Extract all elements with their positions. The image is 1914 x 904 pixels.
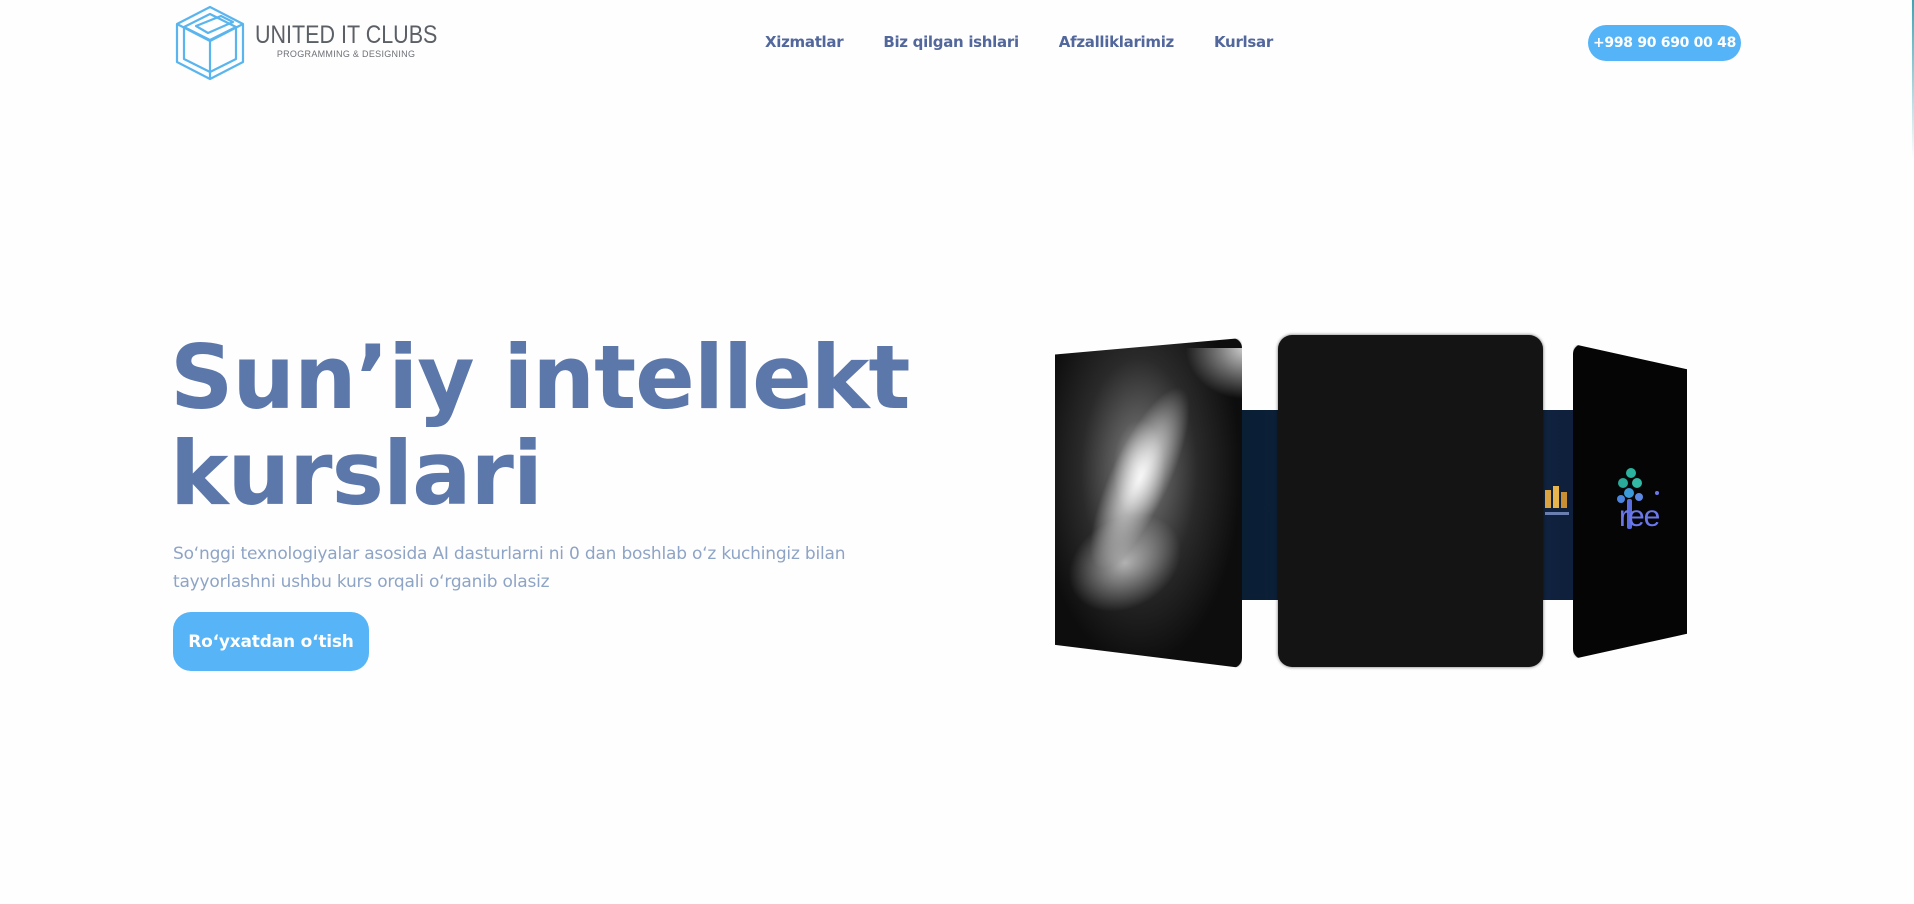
brand-tagline: PROGRAMMING & DESIGNING [276,49,416,59]
page: UNITED IT CLUBS PROGRAMMING & DESIGNING … [0,0,1914,904]
hero-title: Sun’iy intellekt kurslari [170,330,930,522]
nav-item-biz-qilgan-ishlari[interactable]: Biz qilgan ishlari [883,33,1019,51]
register-button[interactable]: Ro‘yxatdan o‘tish [173,612,369,671]
carousel-card-left[interactable] [1055,338,1242,668]
site-header: UNITED IT CLUBS PROGRAMMING & DESIGNING … [0,0,1914,90]
course-carousel[interactable]: ree [1045,330,1695,680]
brand-text: UNITED IT CLUBS PROGRAMMING & DESIGNING [255,21,467,59]
peek-logo-graphic [1545,486,1569,515]
card-image-flare [1175,348,1242,408]
tree-logo-text: ree [1619,500,1660,533]
main-nav: Xizmatlar Biz qilgan ishlari Afzalliklar… [765,33,1313,51]
nav-item-xizmatlar[interactable]: Xizmatlar [765,33,844,51]
carousel-peek-logo [1543,478,1573,528]
hero-title-line-1: Sun’iy intellekt [170,326,910,429]
nav-item-kurslar[interactable]: Kurlsar [1214,33,1273,51]
carousel-card-center[interactable] [1278,335,1543,667]
nav-item-afzalliklarimiz[interactable]: Afzalliklarimiz [1059,33,1175,51]
logo-cube-icon [175,5,245,81]
hero-title-line-2: kurslari [170,422,543,525]
card-image-highlight [1055,494,1200,632]
brand-name: UNITED IT CLUBS [255,21,438,49]
phone-button[interactable]: +998 90 690 00 48 [1588,25,1741,61]
hero-description: So‘nggi texnologiyalar asosida AI dastur… [173,544,846,592]
brand-logo[interactable]: UNITED IT CLUBS PROGRAMMING & DESIGNING [173,4,467,82]
